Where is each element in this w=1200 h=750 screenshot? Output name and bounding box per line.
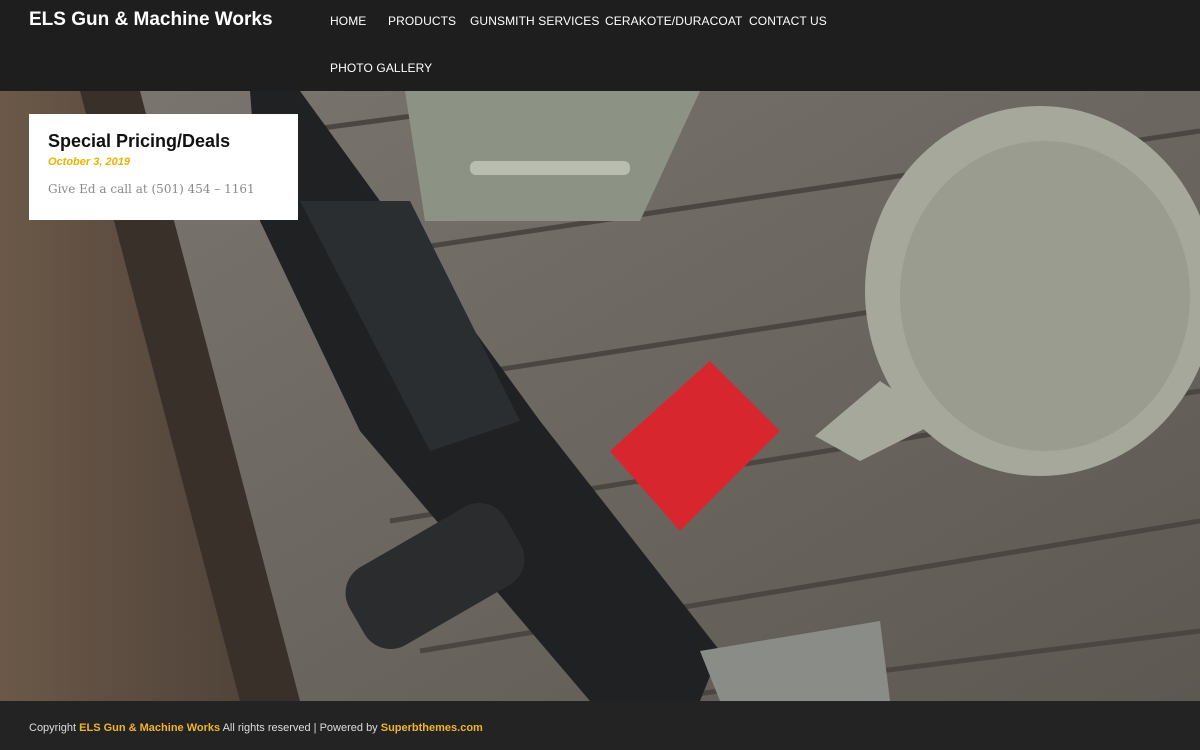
footer-rights-text: All rights reserved | Powered by [222,722,378,734]
nav-item-products[interactable]: PRODUCTS [388,14,456,28]
post-card: Special Pricing/Deals October 3, 2019 Gi… [29,114,298,220]
post-date: October 3, 2019 [48,156,130,168]
footer-theme-link[interactable]: Superbthemes.com [381,722,483,734]
nav-item-contact-us[interactable]: CONTACT US [749,14,827,28]
footer-copyright-prefix: Copyright [29,722,77,734]
site-footer: Copyright ELS Gun & Machine Works All ri… [0,701,1200,750]
main-navigation: HOME PRODUCTS GUNSMITH SERVICES CERAKOTE… [330,0,850,91]
nav-item-gunsmith-services[interactable]: GUNSMITH SERVICES [470,14,600,28]
post-excerpt: Give Ed a call at (501) 454 – 1161 [48,182,255,196]
hero-image: Special Pricing/Deals October 3, 2019 Gi… [0,91,1200,701]
nav-item-cerakote-duracoat[interactable]: CERAKOTE/DURACOAT [605,14,743,28]
nav-item-home[interactable]: HOME [330,14,366,28]
ammo-can-handle [470,161,630,175]
footer-site-link[interactable]: ELS Gun & Machine Works [79,722,220,734]
metal-pan-inner [900,141,1190,451]
nav-item-photo-gallery[interactable]: PHOTO GALLERY [330,61,432,75]
site-header: ELS Gun & Machine Works HOME PRODUCTS GU… [0,0,1200,91]
footer-copyright: Copyright ELS Gun & Machine Works All ri… [29,722,483,734]
post-title-link[interactable]: Special Pricing/Deals [48,130,279,152]
site-title-link[interactable]: ELS Gun & Machine Works [29,8,289,32]
